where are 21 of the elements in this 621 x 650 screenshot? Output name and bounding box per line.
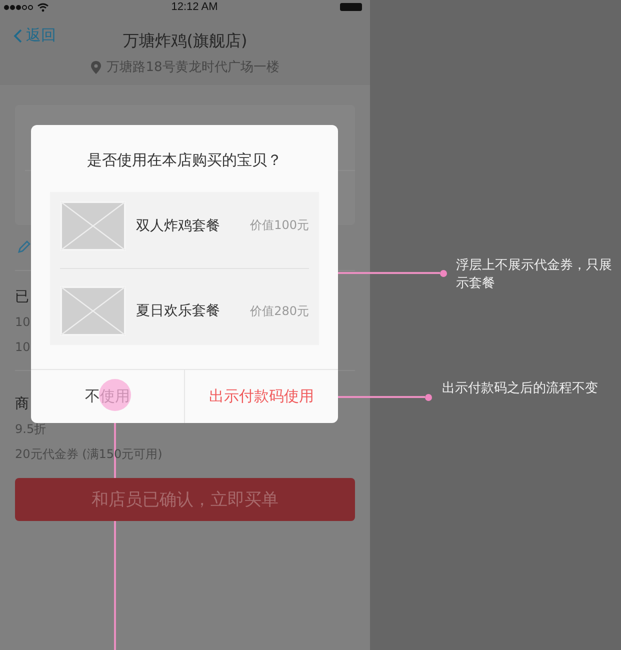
item-price: 价值280元 <box>250 302 309 320</box>
confirm-button[interactable]: 和店员已确认，立即买单 <box>15 478 355 521</box>
image-placeholder-icon <box>60 286 126 336</box>
section-heading: 商 <box>15 395 29 414</box>
use-button[interactable]: 出示付款码使用 <box>184 370 338 423</box>
item-price: 价值100元 <box>250 217 309 234</box>
item-name: 双人炸鸡套餐 <box>136 216 221 235</box>
store-title: 万塘炸鸡(旗舰店) <box>122 30 248 52</box>
pencil-icon <box>17 240 31 254</box>
signal-icon <box>4 2 49 12</box>
battery-icon <box>340 3 362 11</box>
back-link[interactable]: 返回 <box>13 26 56 45</box>
section-heading: 已 <box>15 288 29 307</box>
location-pin-icon <box>90 60 101 74</box>
status-time: 12:12 AM <box>171 1 218 13</box>
item-name: 夏日欢乐套餐 <box>136 302 221 320</box>
dialog-title: 是否使用在本店购买的宝贝？ <box>86 151 283 170</box>
chevron-left-icon <box>13 28 22 42</box>
image-placeholder-icon <box>60 200 126 251</box>
annotation-note: 出示付款码之后的流程不变 <box>442 380 599 398</box>
annotation-note: 浮层上不展示代金券，只展示套餐 <box>456 257 613 293</box>
